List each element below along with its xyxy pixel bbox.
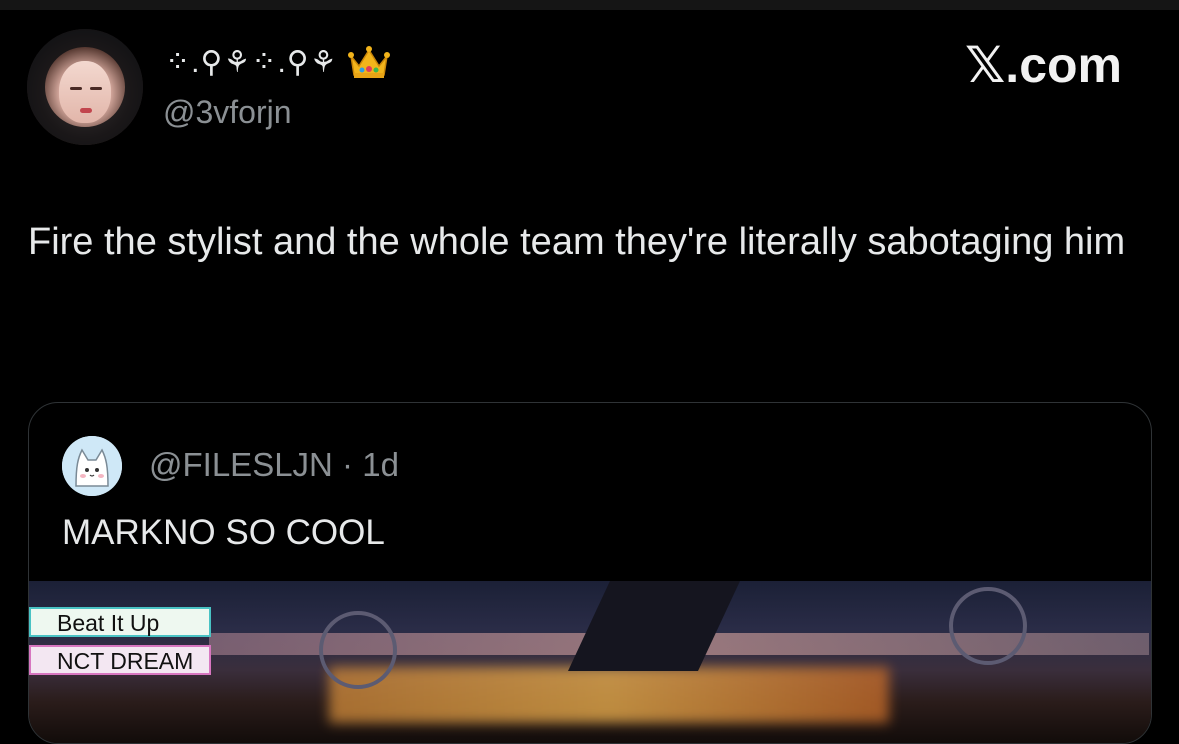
avatar-face <box>59 61 111 123</box>
tweet-text: Fire the stylist and the whole team they… <box>28 221 1126 263</box>
author-avatar[interactable] <box>27 29 143 145</box>
x-com-watermark: 𝕏.com <box>965 37 1122 93</box>
avatar-lips <box>80 108 92 113</box>
author-handle[interactable]: @3vforjn <box>163 94 292 131</box>
crown-icon <box>347 44 390 80</box>
song-title-overlay: Beat It Up <box>29 607 211 637</box>
top-bar <box>0 0 1179 10</box>
cat-avatar[interactable] <box>62 436 122 496</box>
avatar-eye-left <box>70 87 82 90</box>
media-stage-light <box>329 667 889 723</box>
media-stage-wheel <box>949 587 1027 665</box>
display-name-text: ⁘.⚲⚘⁘.⚲⚘ <box>165 45 338 79</box>
media-stage-shadow <box>568 581 740 671</box>
author-display-name[interactable]: ⁘.⚲⚘⁘.⚲⚘ <box>165 44 390 80</box>
quoted-handle-line[interactable]: @FILESLJN · 1d <box>149 446 399 484</box>
quoted-video-media[interactable]: Beat It Up NCT DREAM <box>29 581 1151 743</box>
quoted-tweet-text: MARKNO SO COOL <box>62 513 385 552</box>
quoted-tweet-card[interactable]: @FILESLJN · 1d MARKNO SO COOL Beat It Up… <box>28 402 1152 744</box>
avatar-eye-right <box>90 87 102 90</box>
media-stage-wheel <box>319 611 397 689</box>
artist-name-overlay: NCT DREAM <box>29 645 211 675</box>
cat-avatar-icon <box>62 436 122 496</box>
